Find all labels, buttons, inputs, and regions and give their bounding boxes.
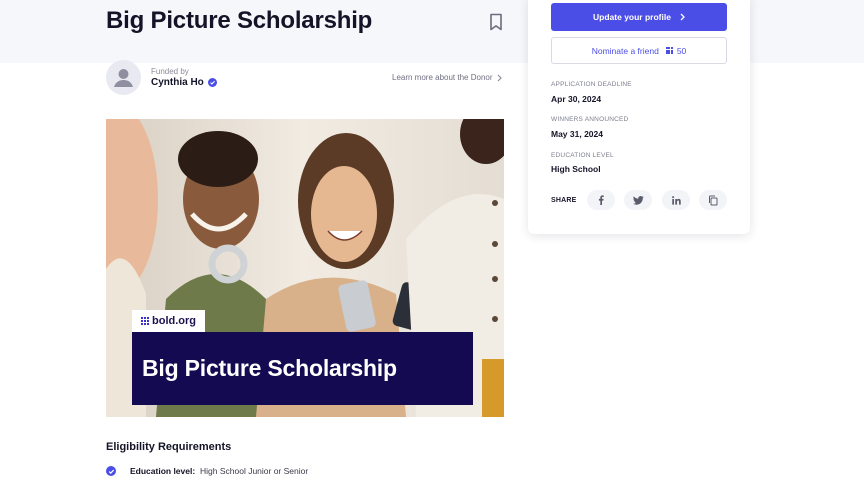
donor-name-text: Cynthia Ho [151,77,204,88]
verified-icon [207,78,217,87]
points-icon [665,47,673,54]
check-icon [106,466,116,476]
page-title: Big Picture Scholarship [106,7,373,34]
donor-name[interactable]: Cynthia Ho [151,77,217,88]
winners-label: WINNERS ANNOUNCED [551,116,629,123]
brand-grid-icon [141,317,149,325]
update-profile-label: Update your profile [593,12,671,22]
deadline-value: Apr 30, 2024 [551,94,602,104]
nominate-label: Nominate a friend [591,45,659,56]
nominate-points: 50 [676,45,687,56]
hero-banner-title: Big Picture Scholarship [142,355,397,381]
chevron-right-icon [680,13,685,21]
copy-icon[interactable] [699,190,727,210]
facebook-icon[interactable] [587,190,615,210]
brand-logo: bold.org [132,310,205,332]
education-level-value: High School [551,164,601,174]
eligibility-item: Education level: High School Junior or S… [106,466,308,476]
eligibility-title: Eligibility Requirements [106,441,232,453]
linkedin-icon[interactable] [662,190,690,210]
nominate-friend-button[interactable]: Nominate a friend 50 [551,37,727,64]
hero-image: bold.org Big Picture Scholarship [106,119,504,417]
learn-more-text: Learn more about the Donor [392,73,493,82]
learn-more-link[interactable]: Learn more about the Donor [392,73,502,82]
eligibility-label: Education level: [130,466,196,476]
funded-by-label: Funded by [151,67,189,76]
avatar[interactable] [106,60,141,95]
scholarship-sidebar: Update your profile Nominate a friend 50… [528,0,750,234]
brand-name: bold.org [152,315,196,327]
education-level-label: EDUCATION LEVEL [551,152,614,159]
bookmark-icon[interactable] [488,13,504,31]
winners-value: May 31, 2024 [551,129,603,139]
share-label: SHARE [551,197,577,204]
chevron-right-icon [497,74,502,81]
deadline-label: APPLICATION DEADLINE [551,81,632,88]
twitter-icon[interactable] [624,190,652,210]
eligibility-value: High School Junior or Senior [200,466,309,476]
hero-banner: Big Picture Scholarship [132,332,473,405]
update-profile-button[interactable]: Update your profile [551,3,727,31]
